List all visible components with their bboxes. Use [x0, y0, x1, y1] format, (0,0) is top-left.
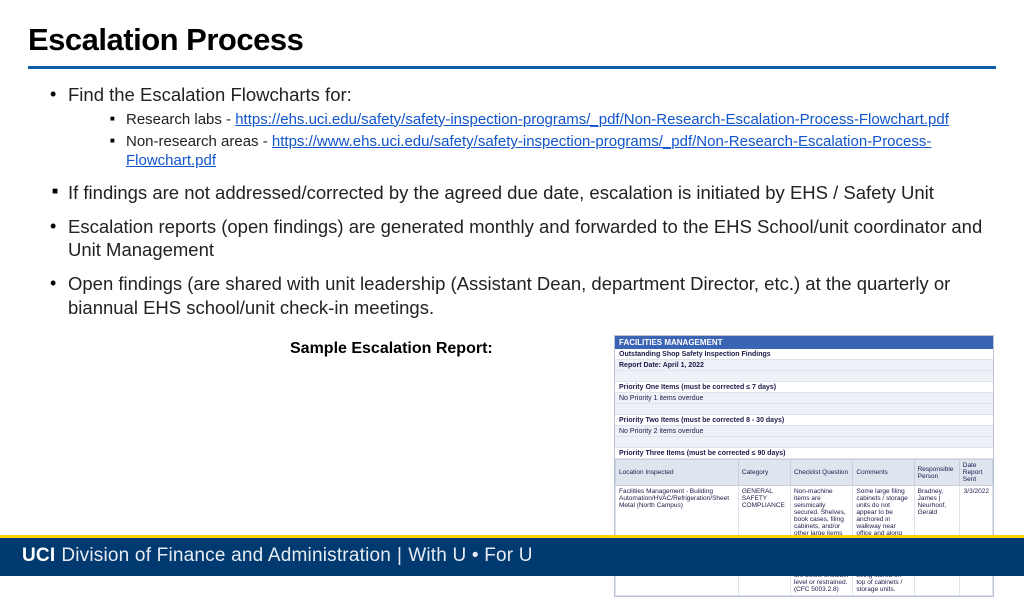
- spacer-row: [615, 404, 993, 415]
- bullet-item: If findings are not addressed/corrected …: [50, 181, 996, 205]
- footer-separator: |: [397, 545, 402, 566]
- title-rule: [28, 66, 996, 69]
- bullet-item: Find the Escalation Flowcharts for: Rese…: [50, 83, 996, 171]
- bullet-item: Escalation reports (open findings) are g…: [50, 215, 996, 262]
- bullet-list: Find the Escalation Flowcharts for: Rese…: [28, 83, 996, 319]
- research-labs-link[interactable]: https://ehs.uci.edu/safety/safety-inspec…: [235, 111, 949, 128]
- sub-list: Research labs - https://ehs.uci.edu/safe…: [68, 111, 996, 171]
- col-category: Category: [738, 460, 790, 486]
- sub-item: Research labs - https://ehs.uci.edu/safe…: [110, 111, 996, 130]
- bullet-text: Find the Escalation Flowcharts for:: [68, 84, 352, 105]
- spacer-row: [615, 437, 993, 448]
- col-date: Date Report Sent: [959, 460, 992, 486]
- priority-one-title: Priority One Items (must be corrected ≤ …: [615, 382, 993, 393]
- footer-bar: UCI Division of Finance and Administratio…: [0, 538, 1024, 576]
- priority-three-title: Priority Three Items (must be corrected …: [615, 448, 993, 459]
- footer-uci: UCI: [22, 545, 55, 566]
- footer-tagline: With U • For U: [408, 545, 533, 566]
- sample-report-label: Sample Escalation Report:: [290, 340, 493, 358]
- spacer-row: [615, 371, 993, 382]
- priority-one-row: No Priority 1 items overdue: [615, 393, 993, 404]
- col-location: Location Inspected: [616, 460, 739, 486]
- col-question: Checklist Question: [790, 460, 852, 486]
- report-subtitle: Outstanding Shop Safety Inspection Findi…: [615, 349, 993, 360]
- sub-prefix: Research labs -: [126, 111, 235, 128]
- sub-prefix: Non-research areas -: [126, 133, 272, 150]
- sub-item: Non-research areas - https://www.ehs.uci…: [110, 133, 996, 171]
- priority-two-row: No Priority 2 items overdue: [615, 426, 993, 437]
- report-date: Report Date: April 1, 2022: [615, 360, 993, 371]
- footer-text: UCI Division of Finance and Administratio…: [0, 538, 1024, 567]
- footer-division: Division of Finance and Administration: [61, 545, 391, 566]
- report-header: FACILITIES MANAGEMENT: [615, 336, 993, 349]
- col-comments: Comments: [853, 460, 914, 486]
- bullet-item: Open findings (are shared with unit lead…: [50, 272, 996, 319]
- col-person: Responsible Person: [914, 460, 959, 486]
- slide-title: Escalation Process: [28, 22, 996, 58]
- priority-two-title: Priority Two Items (must be corrected 8 …: [615, 415, 993, 426]
